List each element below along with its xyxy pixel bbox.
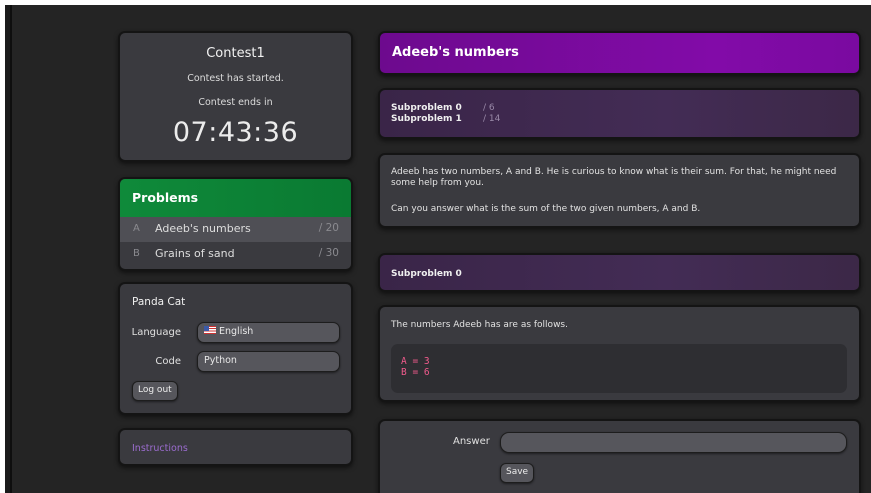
left-edge-divider — [5, 5, 12, 493]
statement-paragraph: Adeeb has two numbers, A and B. He is cu… — [391, 167, 837, 188]
subproblem-0-title: Subproblem 0 — [391, 269, 462, 279]
language-value: English — [219, 326, 254, 337]
contest-title: Contest1 — [206, 46, 265, 61]
problem-title: Adeeb's numbers — [392, 45, 519, 60]
subproblem-0-score: / 6 — [483, 103, 495, 113]
code-select[interactable]: Python — [197, 351, 340, 372]
code-block: A = 3 B = 6 — [391, 344, 847, 393]
language-select[interactable]: English — [197, 322, 340, 343]
app-window: Contest1 Contest has started. Contest en… — [0, 0, 871, 493]
contest-status: Contest has started. — [187, 73, 284, 84]
problem-item-b[interactable]: B Grains of sand / 30 — [120, 242, 351, 267]
code-line: A = 3 — [401, 356, 430, 367]
subproblem-0-header: Subproblem 0 — [378, 253, 861, 292]
contest-page: Contest1 Contest has started. Contest en… — [5, 5, 871, 493]
answer-label: Answer — [453, 436, 490, 447]
instructions-link[interactable]: Instructions — [132, 443, 188, 454]
subproblem-0-body: The numbers Adeeb has are as follows. A … — [378, 305, 861, 402]
problem-item-a[interactable]: A Adeeb's numbers / 20 — [120, 217, 351, 242]
problems-header: Problems — [120, 179, 351, 217]
problems-header-title: Problems — [132, 190, 199, 205]
us-flag-icon — [204, 326, 216, 334]
user-card: Panda Cat Language English Code Python L… — [118, 282, 353, 415]
language-label: Language — [131, 327, 181, 338]
problem-statement-card: Adeeb has two numbers, A and B. He is cu… — [378, 153, 861, 228]
contest-card: Contest1 Contest has started. Contest en… — [118, 31, 353, 162]
answer-input[interactable] — [500, 432, 847, 453]
problems-card: Problems A Adeeb's numbers / 20 B Grains… — [118, 177, 353, 271]
user-name: Panda Cat — [132, 296, 186, 308]
save-button[interactable]: Save — [500, 463, 535, 483]
problem-score: / 30 — [318, 247, 339, 259]
logout-button[interactable]: Log out — [132, 381, 178, 401]
subproblem-scores-card: Subproblem 0 / 6 Subproblem 1 / 14 — [378, 88, 861, 139]
problem-letter: A — [133, 223, 140, 234]
problem-name: Adeeb's numbers — [155, 222, 251, 235]
subproblem-0-label: Subproblem 0 — [391, 103, 462, 113]
statement-paragraph: Can you answer what is the sum of the tw… — [391, 204, 701, 214]
contest-ends-label: Contest ends in — [198, 97, 273, 108]
instructions-card: Instructions — [118, 428, 353, 466]
subproblem-1-label: Subproblem 1 — [391, 114, 462, 124]
answer-card: Answer Save — [378, 419, 861, 493]
subproblem-1-score: / 14 — [483, 114, 501, 124]
code-line: B = 6 — [401, 367, 430, 378]
subproblem-intro: The numbers Adeeb has are as follows. — [391, 320, 568, 330]
code-value: Python — [204, 355, 237, 366]
code-label: Code — [155, 356, 181, 367]
problem-name: Grains of sand — [155, 247, 235, 260]
contest-timer: 07:43:36 — [172, 117, 299, 148]
problem-score: / 20 — [318, 222, 339, 234]
problem-letter: B — [133, 248, 140, 259]
problem-title-bar: Adeeb's numbers — [378, 31, 861, 75]
